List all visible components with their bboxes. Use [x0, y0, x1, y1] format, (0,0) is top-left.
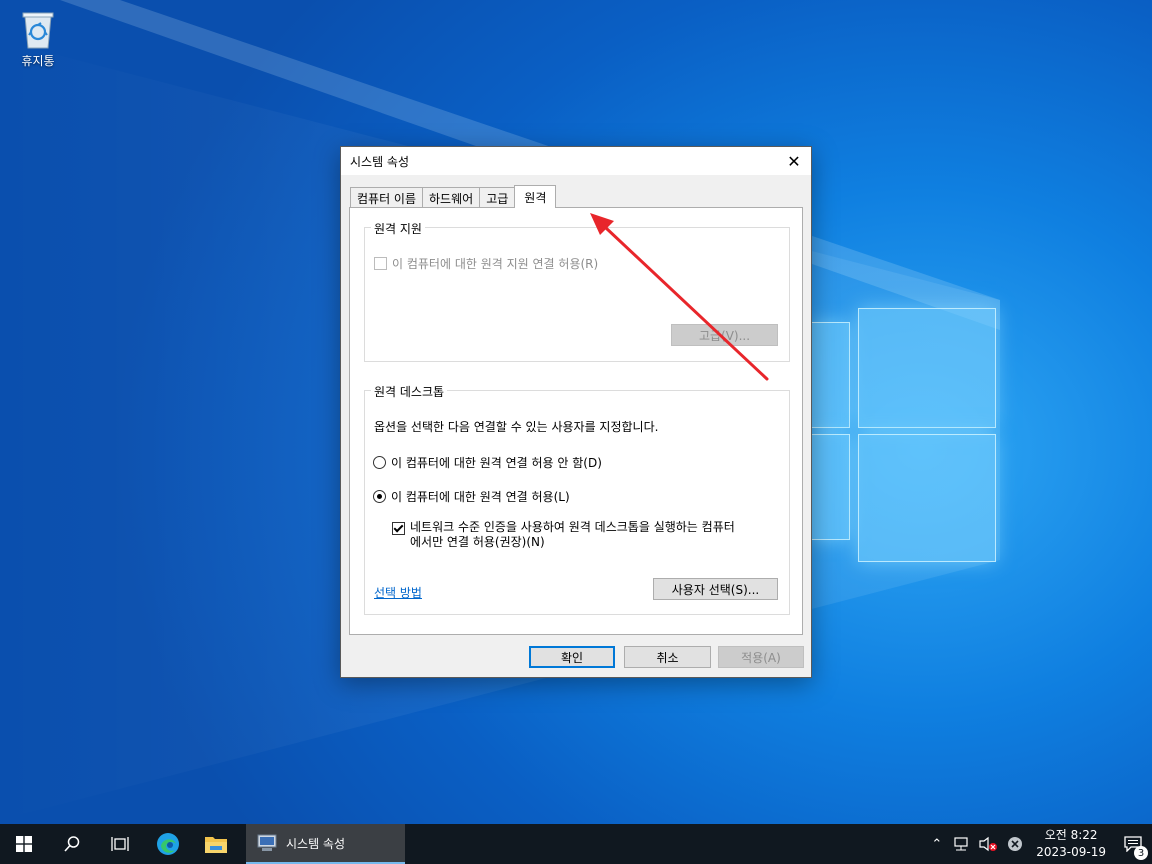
file-explorer-button[interactable]: [192, 824, 240, 864]
recycle-bin-icon: [21, 10, 55, 49]
taskbar: 시스템 속성 ⌃ 오전 8:22 2023-09-19 3: [0, 824, 1152, 864]
task-view-button[interactable]: [96, 824, 144, 864]
select-users-button[interactable]: 사용자 선택(S)...: [653, 578, 778, 600]
nla-label-line2: 에서만 연결 허용(권장)(N): [410, 535, 545, 549]
notification-count-badge: 3: [1134, 846, 1148, 860]
edge-icon: [157, 833, 179, 855]
tab-panel-remote: 원격 지원 이 컴퓨터에 대한 원격 지원 연결 허용(R) 고급(V)... …: [349, 207, 803, 635]
remote-desktop-description: 옵션을 선택한 다음 연결할 수 있는 사용자를 지정합니다.: [374, 420, 659, 434]
tab-remote[interactable]: 원격: [514, 185, 557, 208]
system-properties-app-icon: [257, 834, 277, 851]
windows-start-icon: [16, 836, 32, 852]
remote-desktop-group: 원격 데스크톱 옵션을 선택한 다음 연결할 수 있는 사용자를 지정합니다. …: [364, 383, 790, 615]
network-icon[interactable]: [952, 836, 970, 852]
option-deny-label: 이 컴퓨터에 대한 원격 연결 허용 안 함(D): [391, 456, 602, 470]
remote-assistance-allow-label: 이 컴퓨터에 대한 원격 지원 연결 허용(R): [392, 257, 599, 271]
option-deny-radio[interactable]: [373, 456, 386, 469]
remote-assistance-group: 원격 지원 이 컴퓨터에 대한 원격 지원 연결 허용(R) 고급(V)...: [364, 220, 790, 362]
option-allow-label: 이 컴퓨터에 대한 원격 연결 허용(L): [391, 490, 570, 504]
apply-button[interactable]: 적용(A): [718, 646, 804, 668]
remote-assistance-allow-row[interactable]: 이 컴퓨터에 대한 원격 지원 연결 허용(R): [374, 255, 598, 272]
advanced-button[interactable]: 고급(V)...: [671, 324, 778, 346]
clock[interactable]: 오전 8:22 2023-09-19: [1028, 827, 1114, 861]
option-allow-row[interactable]: 이 컴퓨터에 대한 원격 연결 허용(L): [373, 488, 570, 505]
system-tray: ⌃ 오전 8:22 2023-09-19 3: [925, 824, 1152, 864]
close-icon: ✕: [787, 151, 801, 171]
option-deny-row[interactable]: 이 컴퓨터에 대한 원격 연결 허용 안 함(D): [373, 454, 602, 471]
taskbar-app-system-properties[interactable]: 시스템 속성: [246, 824, 405, 864]
windows-logo-wallpaper: [810, 300, 1000, 565]
volume-muted-icon[interactable]: [978, 836, 998, 852]
clock-date: 2023-09-19: [1036, 845, 1106, 859]
remote-assistance-allow-checkbox[interactable]: [374, 257, 387, 270]
tab-computer-name[interactable]: 컴퓨터 이름: [350, 187, 424, 208]
tab-hardware[interactable]: 하드웨어: [422, 187, 481, 208]
task-view-icon: [111, 837, 129, 851]
cancel-button[interactable]: 취소: [624, 646, 711, 668]
folder-icon: [205, 837, 227, 853]
nla-label-line1: 네트워크 수준 인증을 사용하여 원격 데스크톱을 실행하는 컴퓨터: [410, 520, 735, 534]
status-x-icon[interactable]: [1006, 835, 1024, 853]
taskbar-app-label: 시스템 속성: [286, 836, 346, 851]
recycle-bin-shortcut[interactable]: 휴지통: [8, 8, 68, 69]
show-hidden-icons-chevron-icon[interactable]: ⌃: [925, 837, 948, 852]
help-choose-link[interactable]: 선택 방법: [374, 584, 422, 601]
tab-strip: 컴퓨터 이름 하드웨어 고급 원격: [350, 185, 557, 208]
nla-checkbox[interactable]: [392, 522, 405, 535]
action-center-button[interactable]: 3: [1114, 824, 1152, 864]
start-button[interactable]: [0, 824, 48, 864]
dialog-title: 시스템 속성: [350, 154, 410, 169]
option-allow-radio[interactable]: [373, 490, 386, 503]
clock-time: 오전 8:22: [1044, 828, 1098, 842]
nla-label: 네트워크 수준 인증을 사용하여 원격 데스크톱을 실행하는 컴퓨터 에서만 연…: [410, 520, 735, 550]
system-properties-dialog: 시스템 속성 ✕ 컴퓨터 이름 하드웨어 고급 원격 원격 지원 이 컴퓨터에 …: [340, 146, 812, 678]
tab-advanced[interactable]: 고급: [479, 187, 516, 208]
search-button[interactable]: [48, 824, 96, 864]
recycle-bin-label: 휴지통: [21, 54, 55, 68]
nla-row[interactable]: 네트워크 수준 인증을 사용하여 원격 데스크톱을 실행하는 컴퓨터 에서만 연…: [392, 520, 735, 550]
remote-assistance-legend: 원격 지원: [371, 220, 425, 237]
edge-browser-button[interactable]: [144, 824, 192, 864]
dialog-titlebar[interactable]: 시스템 속성 ✕: [341, 147, 811, 175]
remote-desktop-legend: 원격 데스크톱: [371, 383, 448, 400]
search-icon: [64, 836, 80, 852]
ok-button[interactable]: 확인: [529, 646, 615, 668]
close-button[interactable]: ✕: [777, 147, 811, 175]
